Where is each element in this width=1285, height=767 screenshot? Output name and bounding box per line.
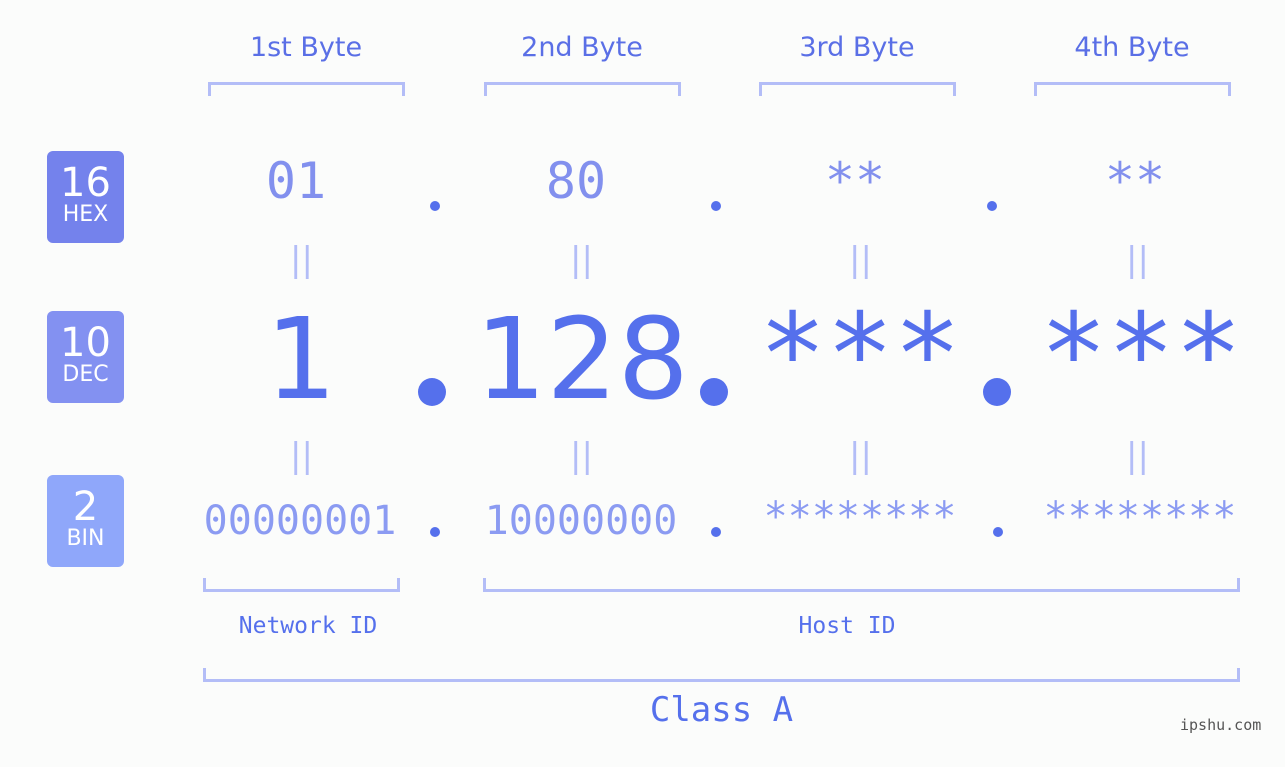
- bin-byte-4: ********: [1043, 494, 1237, 540]
- byte-header-2: 2nd Byte: [521, 32, 643, 63]
- dec-badge-number: 10: [60, 320, 111, 366]
- bin-byte-3: ********: [763, 494, 957, 540]
- bin-badge: 2 BIN: [47, 475, 124, 567]
- equals-sign: ||: [570, 240, 593, 280]
- hex-badge-number: 16: [60, 160, 111, 206]
- byte-header-3: 3rd Byte: [799, 32, 915, 63]
- bin-byte-1: 00000001: [203, 498, 397, 544]
- equals-sign: ||: [849, 240, 872, 280]
- hex-byte-4: **: [1104, 152, 1166, 210]
- dec-badge-label: DEC: [62, 362, 109, 387]
- hex-dot-1: [430, 201, 440, 211]
- hex-byte-2: 80: [545, 152, 607, 210]
- equals-sign: ||: [849, 436, 872, 476]
- equals-sign: ||: [290, 240, 313, 280]
- dec-byte-1: 1: [265, 295, 337, 425]
- equals-sign: ||: [290, 436, 313, 476]
- byte-header-1: 1st Byte: [249, 32, 363, 63]
- hex-badge: 16 HEX: [47, 151, 124, 243]
- hex-byte-1: 01: [265, 152, 327, 210]
- equals-sign: ||: [570, 436, 593, 476]
- bin-badge-number: 2: [72, 484, 99, 530]
- equals-sign: ||: [1126, 240, 1149, 280]
- class-bracket: [203, 668, 1240, 682]
- host-id-bracket: [483, 578, 1240, 592]
- byte-bracket-4: [1034, 82, 1231, 96]
- dec-byte-2: 128: [475, 295, 689, 425]
- bin-dot-2: [711, 527, 721, 537]
- dec-badge: 10 DEC: [47, 311, 124, 403]
- hex-badge-label: HEX: [62, 202, 109, 227]
- bin-byte-2: 10000000: [484, 498, 678, 544]
- network-id-label: Network ID: [238, 613, 378, 639]
- byte-bracket-3: [759, 82, 956, 96]
- byte-header-4: 4th Byte: [1074, 32, 1190, 63]
- dec-dot-1: [418, 378, 446, 406]
- hex-byte-3: **: [824, 152, 886, 210]
- byte-bracket-1: [208, 82, 405, 96]
- byte-bracket-2: [484, 82, 681, 96]
- bin-dot-1: [430, 527, 440, 537]
- hex-dot-3: [987, 201, 997, 211]
- watermark: ipshu.com: [1180, 716, 1262, 734]
- dec-dot-3: [983, 378, 1011, 406]
- host-id-label: Host ID: [798, 613, 896, 639]
- dec-byte-3: ***: [758, 290, 962, 420]
- equals-sign: ||: [1126, 436, 1149, 476]
- dec-dot-2: [700, 378, 728, 406]
- hex-dot-2: [711, 201, 721, 211]
- dec-byte-4: ***: [1039, 290, 1243, 420]
- class-label: Class A: [649, 690, 794, 730]
- bin-badge-label: BIN: [66, 526, 105, 551]
- network-id-bracket: [203, 578, 400, 592]
- bin-dot-3: [993, 527, 1003, 537]
